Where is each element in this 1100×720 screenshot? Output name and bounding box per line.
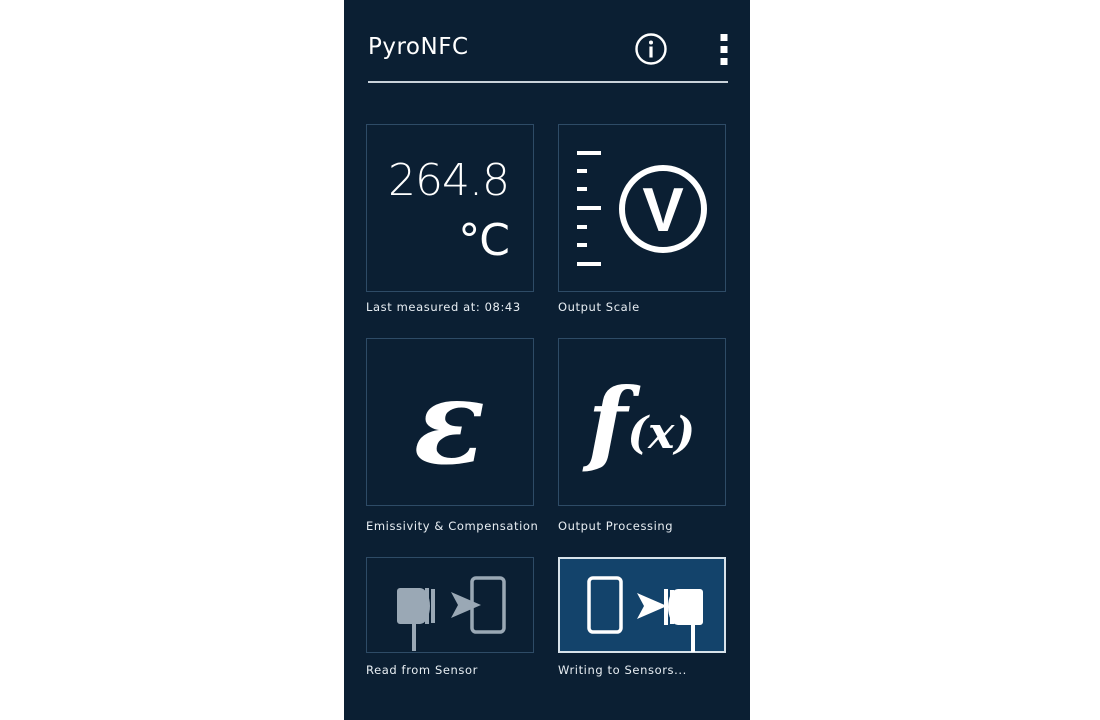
app-screen: PyroNFC 264.8 °C Last measured at: 08:43 (344, 0, 750, 720)
epsilon-icon: ε (413, 351, 486, 491)
voltage-glyph: V (642, 176, 683, 245)
sensor-to-phone-icon (397, 576, 506, 651)
info-button[interactable] (634, 32, 668, 66)
phone-to-sensor-icon (587, 576, 703, 652)
overflow-menu-button[interactable] (712, 32, 736, 66)
app-title: PyroNFC (368, 34, 469, 60)
function-f-glyph: f (587, 367, 628, 476)
emissivity-tile[interactable]: ε (366, 338, 534, 506)
temperature-tile[interactable]: 264.8 °C (366, 124, 534, 292)
output-scale-label: Output Scale (558, 300, 640, 314)
write-sensors-tile[interactable] (558, 557, 726, 653)
output-processing-tile[interactable]: f (x) (558, 338, 726, 506)
write-sensors-label: Writing to Sensors... (558, 663, 687, 677)
temperature-value: 264.8 (388, 155, 510, 206)
temperature-label: Last measured at: 08:43 (366, 300, 521, 314)
emissivity-label: Emissivity & Compensation (366, 519, 539, 533)
more-vert-icon (720, 34, 728, 65)
header-divider (368, 81, 728, 83)
read-sensor-label: Read from Sensor (366, 663, 478, 677)
info-circle-icon (635, 33, 667, 65)
output-scale-tile[interactable]: V (558, 124, 726, 292)
function-icon: f (x) (559, 339, 724, 504)
function-x-glyph: (x) (627, 407, 696, 459)
read-sensor-tile[interactable] (366, 557, 534, 653)
temperature-unit: °C (458, 215, 510, 266)
output-processing-label: Output Processing (558, 519, 674, 533)
app-header: PyroNFC (368, 22, 728, 82)
voltage-scale-icon: V (577, 151, 707, 266)
